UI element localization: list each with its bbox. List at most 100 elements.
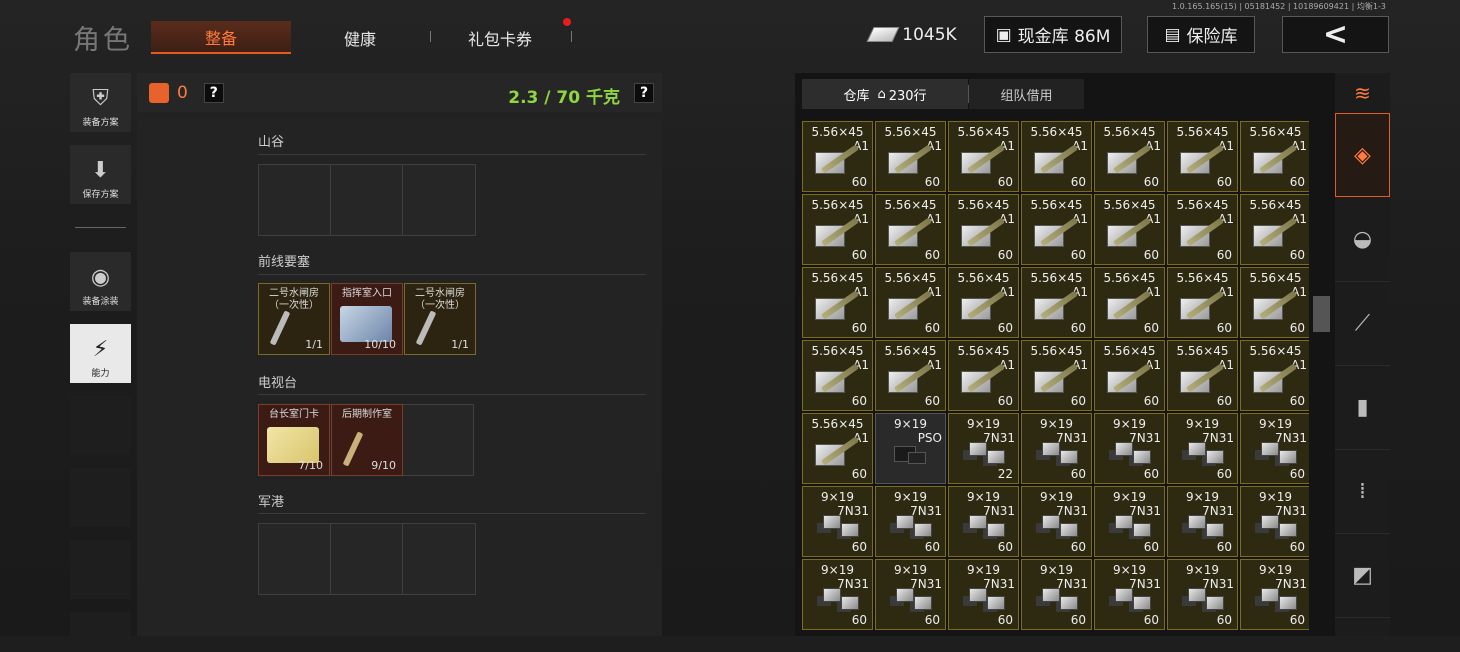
ammo-item[interactable]: 9×19 7N31 60	[875, 559, 946, 630]
help-icon[interactable]: ?	[634, 83, 654, 103]
ammo-item[interactable]: 5.56×45 A1 60	[1094, 121, 1165, 192]
key-item[interactable]: 后期制作室 9/10	[331, 404, 403, 476]
ammo-item[interactable]: 5.56×45 A1 60	[948, 194, 1019, 265]
ammo-item[interactable]: 9×19 7N31 60	[1240, 486, 1309, 557]
ammo-item[interactable]: 5.56×45 A1 60	[1094, 340, 1165, 411]
ability-button[interactable]: ⚡ 能力	[70, 324, 131, 383]
ammo-item[interactable]: 9×19 7N31 60	[1167, 559, 1238, 630]
ammo-name: 5.56×45	[1030, 344, 1083, 358]
ammo-item[interactable]: 5.56×45 A1 60	[948, 121, 1019, 192]
storage-scrollbar[interactable]	[1313, 296, 1330, 332]
ammo-item[interactable]: 5.56×45 A1 60	[1240, 194, 1309, 265]
tab-prepare[interactable]: 整备	[151, 21, 291, 54]
tab-team-borrow[interactable]: 组队借用	[969, 79, 1084, 109]
ammo-count: 60	[1289, 394, 1305, 408]
ammo-item[interactable]: 9×19 7N31 60	[875, 486, 946, 557]
ammo-item[interactable]: 5.56×45 A1 60	[1240, 340, 1309, 411]
ammo-item[interactable]: 5.56×45 A1 60	[802, 413, 873, 484]
ammo-item[interactable]: 9×19 7N31 60	[1094, 413, 1165, 484]
ammo-item[interactable]: 5.56×45 A1 60	[1094, 267, 1165, 338]
ammo-name: 5.56×45	[957, 198, 1010, 212]
ammo-item[interactable]: 9×19 7N31 22	[948, 413, 1019, 484]
cash-vault-button[interactable]: ▣ 现金库 86M	[984, 16, 1122, 53]
category-ammo[interactable]: ⁞	[1335, 450, 1390, 534]
ammo-item[interactable]: 9×19 7N31 60	[1021, 413, 1092, 484]
ammo-item[interactable]: 5.56×45 A1 60	[1240, 121, 1309, 192]
ammo-name: 5.56×45	[884, 198, 937, 212]
ammo-item[interactable]: 5.56×45 A1 60	[948, 267, 1019, 338]
ammo-item[interactable]: 9×19 7N31 60	[802, 486, 873, 557]
empty-key-slot[interactable]	[403, 524, 475, 594]
ammo-name: 5.56×45	[1103, 125, 1156, 139]
ammo-item[interactable]: 5.56×45 A1 60	[1167, 267, 1238, 338]
ammo-item[interactable]: 9×19 7N31 60	[1094, 559, 1165, 630]
ammo-item[interactable]: 5.56×45 A1 60	[1240, 267, 1309, 338]
ammo-item[interactable]: 9×19 7N31 60	[1094, 486, 1165, 557]
ammo-item[interactable]: 5.56×45 A1 60	[875, 267, 946, 338]
ammo-item[interactable]: 9×19 7N31 60	[1021, 559, 1092, 630]
ammo-item[interactable]: 5.56×45 A1 60	[1021, 340, 1092, 411]
ammo-item[interactable]: 5.56×45 A1 60	[875, 340, 946, 411]
pistol-ammo-icon	[1107, 513, 1151, 541]
ammo-item[interactable]: 9×19 7N31 60	[1240, 413, 1309, 484]
category-magazine[interactable]: ▮	[1335, 366, 1390, 450]
ammo-item[interactable]: 5.56×45 A1 60	[1167, 194, 1238, 265]
ammo-item[interactable]: 9×19 7N31 60	[1021, 486, 1092, 557]
storage-tab-label: 仓库	[843, 88, 870, 104]
ammo-item[interactable]: 5.56×45 A1 60	[875, 121, 946, 192]
ammo-item[interactable]: 5.56×45 A1 60	[1094, 194, 1165, 265]
ammo-item[interactable]: 5.56×45 A1 60	[875, 194, 946, 265]
key-icon	[415, 310, 437, 346]
tab-divider	[430, 31, 431, 42]
ammo-item[interactable]: 5.56×45 A1 60	[948, 340, 1019, 411]
ammo-item[interactable]: 9×19 7N31 60	[1167, 486, 1238, 557]
key-count: 7/10	[298, 459, 323, 472]
skins-button[interactable]: ◉ 装备涂装	[70, 252, 131, 311]
empty-key-slot[interactable]	[259, 165, 331, 235]
save-loadout-button[interactable]: ⬇ 保存方案	[70, 145, 131, 204]
category-helmet[interactable]: ◒	[1335, 198, 1390, 282]
ammo-item[interactable]: 5.56×45 A1 60	[802, 340, 873, 411]
loadout-button[interactable]: ⛨ 装备方案	[70, 73, 131, 132]
category-weapon[interactable]: ⟋	[1335, 282, 1390, 366]
version-text: 1.0.165.165(15) | 05181452 | 10189609421…	[1172, 2, 1386, 11]
ammo-item[interactable]: 5.56×45 A1 60	[1021, 267, 1092, 338]
ammo-item[interactable]: 9×19 7N31 60	[948, 559, 1019, 630]
key-item[interactable]: 二号水闸房（一次性） 1/1	[404, 283, 476, 355]
ammo-item[interactable]: 5.56×45 A1 60	[1021, 121, 1092, 192]
ammo-item[interactable]: 9×19 7N31 60	[948, 486, 1019, 557]
ammo-name: 5.56×45	[957, 344, 1010, 358]
ammo-count: 60	[851, 248, 867, 262]
ammo-item[interactable]: 5.56×45 A1 60	[802, 267, 873, 338]
category-pouch[interactable]: ◩	[1335, 534, 1390, 618]
empty-key-slot[interactable]	[331, 165, 403, 235]
help-icon[interactable]: ?	[203, 82, 224, 103]
key-item[interactable]: 二号水闸房（一次性） 1/1	[258, 283, 330, 355]
sort-icon[interactable]: ≋	[1335, 73, 1390, 113]
pistol-ammo-icon	[1107, 440, 1151, 468]
tab-health[interactable]: 健康	[300, 21, 420, 54]
ammo-item[interactable]: 5.56×45 A1 60	[802, 194, 873, 265]
empty-key-slot[interactable]	[331, 524, 403, 594]
empty-key-slot[interactable]	[403, 165, 475, 235]
ammo-item[interactable]: 9×19 7N31 60	[1240, 559, 1309, 630]
ammo-item[interactable]: 5.56×45 A1 60	[1021, 194, 1092, 265]
empty-key-slot[interactable]	[403, 405, 473, 475]
category-all[interactable]: ◈	[1335, 113, 1390, 197]
key-item[interactable]: 台长室门卡 7/10	[258, 404, 330, 476]
ammo-item[interactable]: 9×19 7N31 60	[1167, 413, 1238, 484]
ammo-name: 5.56×45	[957, 271, 1010, 285]
tab-gift-coupons[interactable]: 礼包卡券	[440, 21, 560, 54]
ammo-item[interactable]: 9×19 PSO	[875, 413, 946, 484]
ammo-item[interactable]: 5.56×45 A1 60	[1167, 340, 1238, 411]
ammo-count: 60	[997, 394, 1013, 408]
back-button[interactable]: <	[1282, 16, 1389, 53]
ammo-item[interactable]: 5.56×45 A1 60	[1167, 121, 1238, 192]
ammo-item[interactable]: 9×19 7N31 60	[802, 559, 873, 630]
ammo-item[interactable]: 5.56×45 A1 60	[802, 121, 873, 192]
key-item[interactable]: 指挥室入口 10/10	[331, 283, 403, 355]
empty-key-slot[interactable]	[259, 524, 331, 594]
tab-storage[interactable]: 仓库 ⌂ 230行	[802, 79, 968, 109]
safe-button[interactable]: ▤ 保险库	[1147, 16, 1255, 53]
ammo-count: 60	[924, 248, 940, 262]
